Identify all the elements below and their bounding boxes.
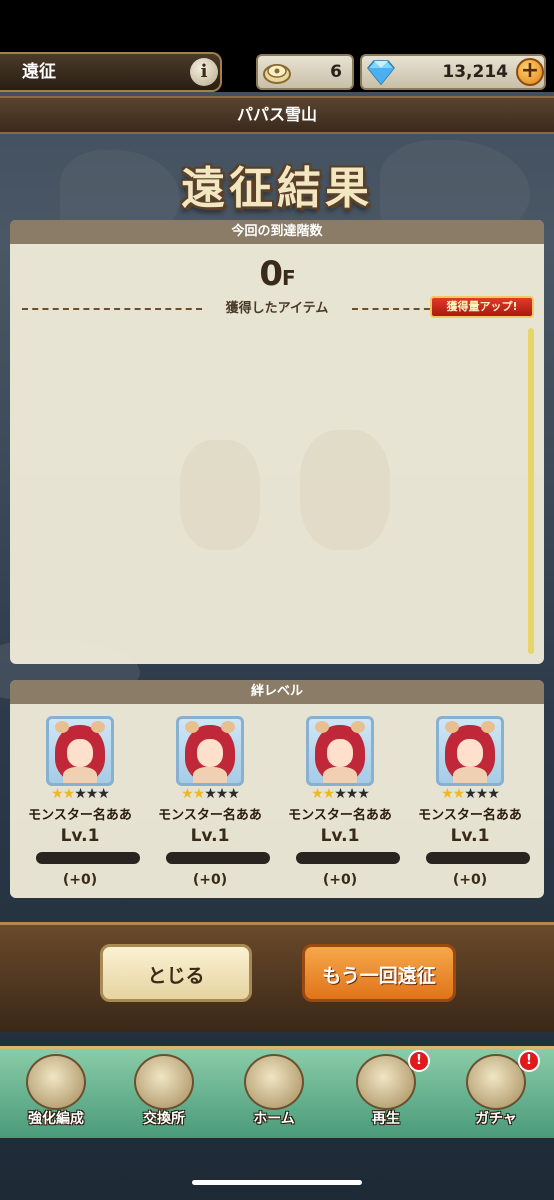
star-icon: ★ — [215, 786, 229, 802]
nav-item[interactable]: 強化編成 — [6, 1050, 106, 1134]
bond-gain: (+0) — [62, 872, 98, 888]
star-icon: ★ — [311, 786, 324, 802]
star-icon: ★ — [181, 786, 194, 802]
bond-heading: 絆レベル — [10, 680, 544, 704]
floor-number: 0 — [259, 254, 283, 294]
home-icon — [244, 1054, 304, 1110]
floor-heading: 今回の到達階数 — [10, 220, 544, 244]
nav-item[interactable]: ガチャ! — [446, 1050, 546, 1134]
bond-progress-bar — [296, 852, 400, 864]
crystal-icon — [356, 1054, 416, 1110]
background-character — [180, 440, 260, 550]
close-button[interactable]: とじる — [100, 944, 252, 1002]
nav-item[interactable]: 交換所 — [114, 1050, 214, 1134]
shop-icon — [134, 1054, 194, 1110]
star-icon: ★ — [51, 786, 64, 802]
monster-name: モンスター名ああ — [288, 808, 392, 823]
monster-portrait — [306, 716, 374, 786]
star-icon: ★ — [192, 786, 206, 802]
star-icon: ★ — [204, 786, 217, 802]
star-icon: ★ — [441, 786, 454, 802]
bond-progress-bar — [426, 852, 530, 864]
ticket-icon — [263, 64, 291, 84]
monster-level: Lv.1 — [190, 826, 230, 846]
bond-gain: (+0) — [452, 872, 488, 888]
star-icon: ★ — [475, 786, 489, 802]
result-panel: 今回の到達階数 0F 獲得したアイテム 獲得量アップ! — [10, 220, 544, 664]
alert-badge: ! — [518, 1050, 540, 1072]
star-icon: ★ — [322, 786, 336, 802]
star-rating: ★★★★★ — [150, 786, 270, 802]
nav-label: 強化編成 — [28, 1111, 84, 1127]
monster-portrait — [436, 716, 504, 786]
monster-level: Lv.1 — [320, 826, 360, 846]
alert-badge: ! — [408, 1050, 430, 1072]
floor-unit: F — [282, 266, 296, 290]
info-icon[interactable]: i — [190, 58, 218, 86]
star-icon: ★ — [97, 786, 110, 802]
monster-level: Lv.1 — [60, 826, 100, 846]
monster-name: モンスター名ああ — [28, 808, 132, 823]
bond-gain: (+0) — [322, 872, 358, 888]
star-rating: ★★★★★ — [280, 786, 400, 802]
action-bar — [0, 922, 554, 1032]
retry-expedition-button[interactable]: もう一回遠征 — [302, 944, 456, 1002]
floor-value: 0F — [10, 254, 544, 294]
bond-progress-bar — [36, 852, 140, 864]
background-character — [300, 430, 390, 550]
star-icon: ★ — [334, 786, 347, 802]
star-icon: ★ — [464, 786, 477, 802]
bonus-badge: 獲得量アップ! — [430, 296, 534, 318]
nav-item[interactable]: 再生! — [336, 1050, 436, 1134]
monster-level: Lv.1 — [450, 826, 490, 846]
star-icon: ★ — [227, 786, 240, 802]
star-icon: ★ — [74, 786, 87, 802]
star-icon: ★ — [452, 786, 466, 802]
monster-portrait — [46, 716, 114, 786]
gacha-icon — [466, 1054, 526, 1110]
nav-label: 再生 — [372, 1111, 400, 1127]
monster-name: モンスター名ああ — [158, 808, 262, 823]
stage-name: パパス雪山 — [0, 96, 554, 134]
add-gems-button[interactable]: + — [516, 58, 544, 86]
items-scrollbar[interactable] — [528, 328, 534, 654]
star-icon: ★ — [487, 786, 500, 802]
monster-name: モンスター名ああ — [418, 808, 522, 823]
nav-label: ガチャ — [475, 1111, 517, 1127]
result-title: 遠征結果 — [181, 163, 373, 214]
enhance-icon — [26, 1054, 86, 1110]
screen-title: 遠征 — [0, 52, 222, 92]
star-icon: ★ — [85, 786, 99, 802]
monster-portrait — [176, 716, 244, 786]
nav-label: ホーム — [253, 1111, 295, 1127]
bond-panel: 絆レベル ★★★★★ モンスター名ああ Lv.1 (+0) ★★★★★ モンスター名ああ L… — [10, 680, 544, 898]
star-icon: ★ — [62, 786, 76, 802]
star-rating: ★★★★★ — [410, 786, 530, 802]
home-indicator — [192, 1180, 362, 1185]
nav-label: 交換所 — [143, 1111, 185, 1127]
bond-progress-bar — [166, 852, 270, 864]
nav-item[interactable]: ホーム — [224, 1050, 324, 1134]
star-icon: ★ — [357, 786, 370, 802]
star-icon: ★ — [345, 786, 359, 802]
gem-icon — [367, 60, 395, 86]
star-rating: ★★★★★ — [20, 786, 140, 802]
bond-gain: (+0) — [192, 872, 228, 888]
